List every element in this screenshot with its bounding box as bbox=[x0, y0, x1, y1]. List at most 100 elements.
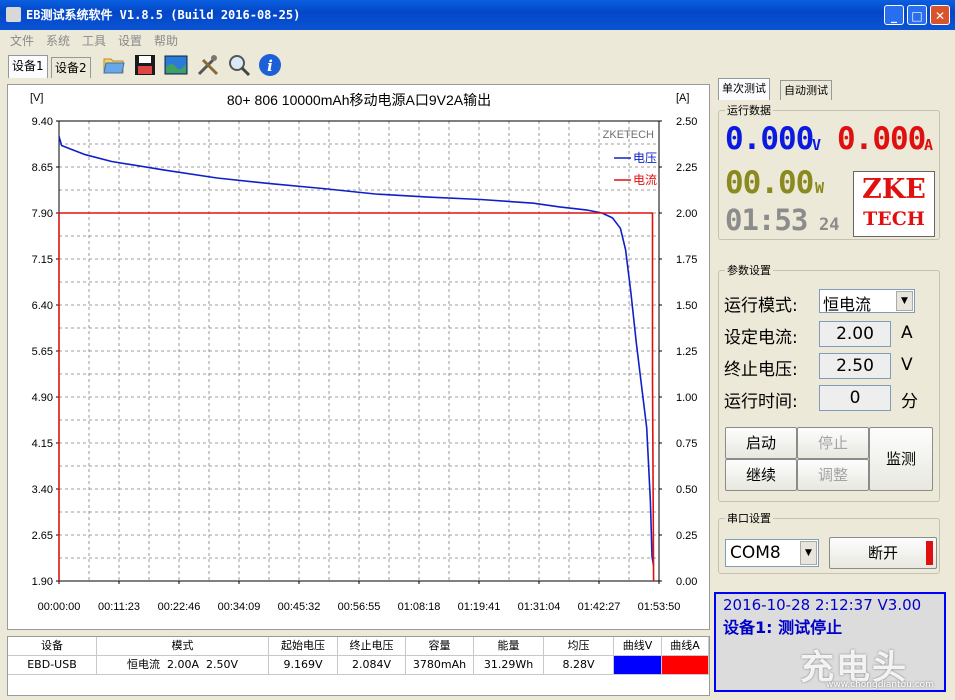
menu-settings[interactable]: 设置 bbox=[118, 32, 142, 49]
folder-icon[interactable] bbox=[102, 53, 126, 77]
curve-v-swatch[interactable] bbox=[614, 656, 662, 674]
tab-device-2[interactable]: 设备2 bbox=[51, 57, 91, 78]
menu-tools[interactable]: 工具 bbox=[82, 32, 106, 49]
maximize-button[interactable]: □ bbox=[907, 5, 927, 25]
y-tick-left: 1.90 bbox=[32, 576, 53, 588]
y-tick-right: 1.50 bbox=[676, 300, 697, 312]
serial-group: 串口设置 COM8 ▼ 断开 bbox=[718, 510, 940, 574]
x-tick-label: 00:22:46 bbox=[158, 601, 201, 613]
adjust-button[interactable]: 调整 bbox=[797, 459, 869, 491]
x-tick-label: 00:56:55 bbox=[338, 601, 381, 613]
run-time-unit: 分 bbox=[901, 392, 918, 412]
header-end-voltage: 终止电压 bbox=[338, 637, 406, 655]
y-tick-right: 0.00 bbox=[676, 576, 697, 588]
continue-button[interactable]: 继续 bbox=[725, 459, 797, 491]
save-icon[interactable] bbox=[133, 53, 157, 77]
set-current-label: 设定电流: bbox=[724, 328, 798, 348]
y-tick-left: 8.65 bbox=[32, 162, 53, 174]
tools-icon[interactable] bbox=[196, 53, 220, 77]
connection-indicator bbox=[926, 541, 933, 565]
minimize-button[interactable]: _ bbox=[884, 5, 904, 25]
y-tick-left: 9.40 bbox=[32, 116, 53, 128]
power-display: 00.00 bbox=[725, 165, 814, 201]
x-tick-label: 00:00:00 bbox=[38, 601, 81, 613]
x-tick-label: 00:11:23 bbox=[98, 601, 140, 613]
header-energy: 能量 bbox=[474, 637, 544, 655]
y-tick-right: 0.50 bbox=[676, 484, 697, 496]
legend-label-1: 电流 bbox=[633, 173, 657, 187]
menu-help[interactable]: 帮助 bbox=[154, 32, 178, 49]
voltage-unit: V bbox=[812, 136, 822, 154]
y-tick-left: 7.90 bbox=[32, 208, 53, 220]
running-data-label: 运行数据 bbox=[725, 102, 773, 118]
seconds-display: 24 bbox=[819, 215, 840, 235]
chevron-down-icon[interactable]: ▼ bbox=[896, 291, 913, 311]
port-select[interactable]: COM8 ▼ bbox=[725, 539, 819, 567]
chart-icon[interactable] bbox=[164, 53, 188, 77]
cutoff-voltage-label: 终止电压: bbox=[724, 360, 798, 380]
set-current-input[interactable]: 2.00 bbox=[819, 321, 891, 347]
cell-device: EBD-USB bbox=[8, 656, 97, 674]
menu-system[interactable]: 系统 bbox=[46, 32, 70, 49]
header-curve-a: 曲线A bbox=[662, 637, 709, 655]
table-row[interactable]: EBD-USB 恒电流 2.00A 2.50V 9.169V 2.084V 37… bbox=[8, 656, 709, 675]
curve-a-swatch[interactable] bbox=[662, 656, 709, 674]
menu-file[interactable]: 文件 bbox=[10, 32, 34, 49]
info-icon[interactable]: i bbox=[258, 53, 282, 77]
close-button[interactable]: ✕ bbox=[930, 5, 950, 25]
chevron-down-icon[interactable]: ▼ bbox=[800, 541, 817, 565]
tab-single-test[interactable]: 单次测试 bbox=[718, 78, 770, 100]
summary-table: 设备 模式 起始电压 终止电压 容量 能量 均压 曲线V 曲线A EBD-USB… bbox=[7, 636, 710, 696]
chart-panel: 9.40 8.65 7.90 7.15 6.40 5.65 4.90 4.15 3.40 2.65… bbox=[7, 84, 710, 630]
tab-device-1[interactable]: 设备1 bbox=[8, 55, 48, 78]
x-tick-label: 00:45:32 bbox=[278, 601, 321, 613]
y-tick-left: 4.90 bbox=[32, 392, 53, 404]
start-button[interactable]: 启动 bbox=[725, 427, 797, 459]
mode-label: 运行模式: bbox=[724, 296, 798, 316]
y-tick-left: 5.65 bbox=[32, 346, 53, 358]
y-tick-right: 1.00 bbox=[676, 392, 697, 404]
cell-avg-voltage: 8.28V bbox=[544, 656, 614, 674]
menu-bar: 文件 系统 工具 设置 帮助 bbox=[0, 30, 955, 50]
status-panel: 2016-10-28 2:12:37 V3.00 设备1: 测试停止 bbox=[714, 592, 946, 692]
logo-tech: TECH bbox=[863, 208, 925, 230]
y-tick-right: 1.75 bbox=[676, 254, 697, 266]
x-tick-label: 00:34:09 bbox=[218, 601, 261, 613]
current-display: 0.000 bbox=[837, 121, 926, 157]
monitor-button[interactable]: 监测 bbox=[869, 427, 933, 491]
search-icon[interactable] bbox=[227, 53, 251, 77]
cutoff-voltage-input[interactable]: 2.50 bbox=[819, 353, 891, 379]
y-tick-right: 0.75 bbox=[676, 438, 697, 450]
serial-label: 串口设置 bbox=[725, 510, 773, 526]
disconnect-label: 断开 bbox=[867, 544, 898, 562]
legend-label-0: 电压 bbox=[633, 151, 657, 165]
cell-energy: 31.29Wh bbox=[474, 656, 544, 674]
y-tick-left: 4.15 bbox=[32, 438, 53, 450]
header-device: 设备 bbox=[8, 637, 97, 655]
chart-watermark: ZKETECH bbox=[603, 129, 654, 141]
disconnect-button[interactable]: 断开 bbox=[829, 537, 937, 569]
cell-mode: 恒电流 2.00A 2.50V bbox=[97, 656, 269, 674]
y-tick-right: 2.25 bbox=[676, 162, 697, 174]
tab-auto-test[interactable]: 自动测试 bbox=[780, 80, 832, 100]
mode-select[interactable]: 恒电流 ▼ bbox=[819, 289, 915, 314]
logo-zke: ZKE bbox=[862, 174, 926, 205]
stop-button[interactable]: 停止 bbox=[797, 427, 869, 459]
header-curve-v: 曲线V bbox=[614, 637, 662, 655]
current-unit: A bbox=[924, 136, 934, 154]
header-avg-voltage: 均压 bbox=[544, 637, 614, 655]
header-capacity: 容量 bbox=[406, 637, 474, 655]
x-tick-label: 01:19:41 bbox=[458, 601, 501, 613]
mode-select-value: 恒电流 bbox=[823, 295, 872, 314]
y-tick-left: 7.15 bbox=[32, 254, 53, 266]
title-bar: EB测试系统软件 V1.8.5 (Build 2016-08-25) _ □ ✕ bbox=[0, 0, 955, 30]
cell-start-voltage: 9.169V bbox=[269, 656, 338, 674]
voltage-current-chart: 9.40 8.65 7.90 7.15 6.40 5.65 4.90 4.15 3.40 2.65… bbox=[30, 92, 697, 613]
cell-end-voltage: 2.084V bbox=[338, 656, 406, 674]
info-icon-glyph: i bbox=[267, 57, 273, 75]
run-time-label: 运行时间: bbox=[724, 392, 798, 412]
power-unit: W bbox=[815, 179, 825, 197]
run-time-input[interactable]: 0 bbox=[819, 385, 891, 411]
set-current-unit: A bbox=[901, 323, 913, 343]
header-mode: 模式 bbox=[97, 637, 269, 655]
